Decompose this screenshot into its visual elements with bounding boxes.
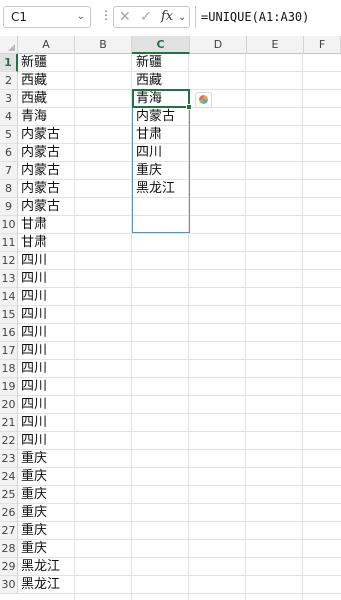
cell-a22[interactable]: 四川 <box>19 432 75 450</box>
select-all-triangle-icon <box>8 44 15 51</box>
row-header-8[interactable]: 8 <box>0 180 18 198</box>
select-all-button[interactable] <box>0 36 18 54</box>
cell-a2[interactable]: 西藏 <box>19 72 75 90</box>
cancel-icon[interactable]: ✕ <box>119 8 131 26</box>
row-header-19[interactable]: 19 <box>0 378 18 396</box>
fill-handle[interactable] <box>186 104 192 110</box>
column-header-a[interactable]: A <box>18 36 75 54</box>
cell-c1[interactable]: 新疆 <box>134 54 188 72</box>
cell-a4[interactable]: 青海 <box>19 108 75 126</box>
formula-bar: C1 ⌄ ⋮ ✕ ✓ fx ⌄ =UNIQUE(A1:A30) <box>0 0 341 36</box>
row-header-16[interactable]: 16 <box>0 324 18 342</box>
column-header-e[interactable]: E <box>247 36 304 54</box>
cell-a29[interactable]: 黑龙江 <box>19 558 75 576</box>
row-header-24[interactable]: 24 <box>0 468 18 486</box>
row-header-7[interactable]: 7 <box>0 162 18 180</box>
cell-a18[interactable]: 四川 <box>19 360 75 378</box>
row-header-29[interactable]: 29 <box>0 558 18 576</box>
cell-a20[interactable]: 四川 <box>19 396 75 414</box>
cell-a14[interactable]: 四川 <box>19 288 75 306</box>
cell-a3[interactable]: 西藏 <box>19 90 75 108</box>
cell-a9[interactable]: 内蒙古 <box>19 198 75 216</box>
formula-input[interactable]: =UNIQUE(A1:A30) <box>195 6 339 28</box>
row-header-28[interactable]: 28 <box>0 540 18 558</box>
cell-a30[interactable]: 黑龙江 <box>19 576 75 594</box>
spill-range-border <box>132 89 190 233</box>
name-box-value: C1 <box>11 10 28 24</box>
cell-a21[interactable]: 四川 <box>19 414 75 432</box>
row-header-20[interactable]: 20 <box>0 396 18 414</box>
cell-a5[interactable]: 内蒙古 <box>19 126 75 144</box>
column-header-f[interactable]: F <box>304 36 341 54</box>
row-header-23[interactable]: 23 <box>0 450 18 468</box>
row-header-27[interactable]: 27 <box>0 522 18 540</box>
cell-a23[interactable]: 重庆 <box>19 450 75 468</box>
row-header-6[interactable]: 6 <box>0 144 18 162</box>
column-header-b[interactable]: B <box>75 36 132 54</box>
cell-a26[interactable]: 重庆 <box>19 504 75 522</box>
cell-a28[interactable]: 重庆 <box>19 540 75 558</box>
name-box-chevron-icon[interactable]: ⌄ <box>77 7 85 27</box>
quick-analysis-button[interactable] <box>195 92 212 108</box>
row-header-9[interactable]: 9 <box>0 198 18 216</box>
column-header-d[interactable]: D <box>190 36 247 54</box>
cell-a24[interactable]: 重庆 <box>19 468 75 486</box>
cell-a15[interactable]: 四川 <box>19 306 75 324</box>
cell-a25[interactable]: 重庆 <box>19 486 75 504</box>
cell-a8[interactable]: 内蒙古 <box>19 180 75 198</box>
cell-a7[interactable]: 内蒙古 <box>19 162 75 180</box>
row-header-4[interactable]: 4 <box>0 108 18 126</box>
row-header-5[interactable]: 5 <box>0 126 18 144</box>
row-header-22[interactable]: 22 <box>0 432 18 450</box>
cell-a13[interactable]: 四川 <box>19 270 75 288</box>
cell-a12[interactable]: 四川 <box>19 252 75 270</box>
enter-icon[interactable]: ✓ <box>140 8 152 26</box>
row-header-30[interactable]: 30 <box>0 576 18 594</box>
row-header-17[interactable]: 17 <box>0 342 18 360</box>
row-header-21[interactable]: 21 <box>0 414 18 432</box>
cell-a11[interactable]: 甘肃 <box>19 234 75 252</box>
row-header-18[interactable]: 18 <box>0 360 18 378</box>
row-header-11[interactable]: 11 <box>0 234 18 252</box>
row-header-15[interactable]: 15 <box>0 306 18 324</box>
cell-a6[interactable]: 内蒙古 <box>19 144 75 162</box>
name-box[interactable]: C1 ⌄ <box>3 6 91 28</box>
row-header-1[interactable]: 1 <box>0 54 18 72</box>
insert-function-icon[interactable]: fx <box>161 8 173 26</box>
column-header-c[interactable]: C <box>132 36 190 54</box>
cell-a10[interactable]: 甘肃 <box>19 216 75 234</box>
cell-a16[interactable]: 四川 <box>19 324 75 342</box>
cell-a19[interactable]: 四川 <box>19 378 75 396</box>
cell-a27[interactable]: 重庆 <box>19 522 75 540</box>
quick-analysis-icon <box>199 95 208 104</box>
row-header-14[interactable]: 14 <box>0 288 18 306</box>
formula-bar-more-icon[interactable]: ⋮ <box>100 8 112 22</box>
formula-buttons: ✕ ✓ fx ⌄ <box>113 6 190 28</box>
cell-a17[interactable]: 四川 <box>19 342 75 360</box>
row-header-25[interactable]: 25 <box>0 486 18 504</box>
row-header-10[interactable]: 10 <box>0 216 18 234</box>
cell-c2[interactable]: 西藏 <box>134 72 188 90</box>
cell-a1[interactable]: 新疆 <box>19 54 75 72</box>
active-cell-c1[interactable] <box>132 89 190 108</box>
row-header-13[interactable]: 13 <box>0 270 18 288</box>
row-header-3[interactable]: 3 <box>0 90 18 108</box>
row-header-26[interactable]: 26 <box>0 504 18 522</box>
row-header-12[interactable]: 12 <box>0 252 18 270</box>
row-header-2[interactable]: 2 <box>0 72 18 90</box>
expand-formula-chevron-icon[interactable]: ⌄ <box>178 9 186 27</box>
